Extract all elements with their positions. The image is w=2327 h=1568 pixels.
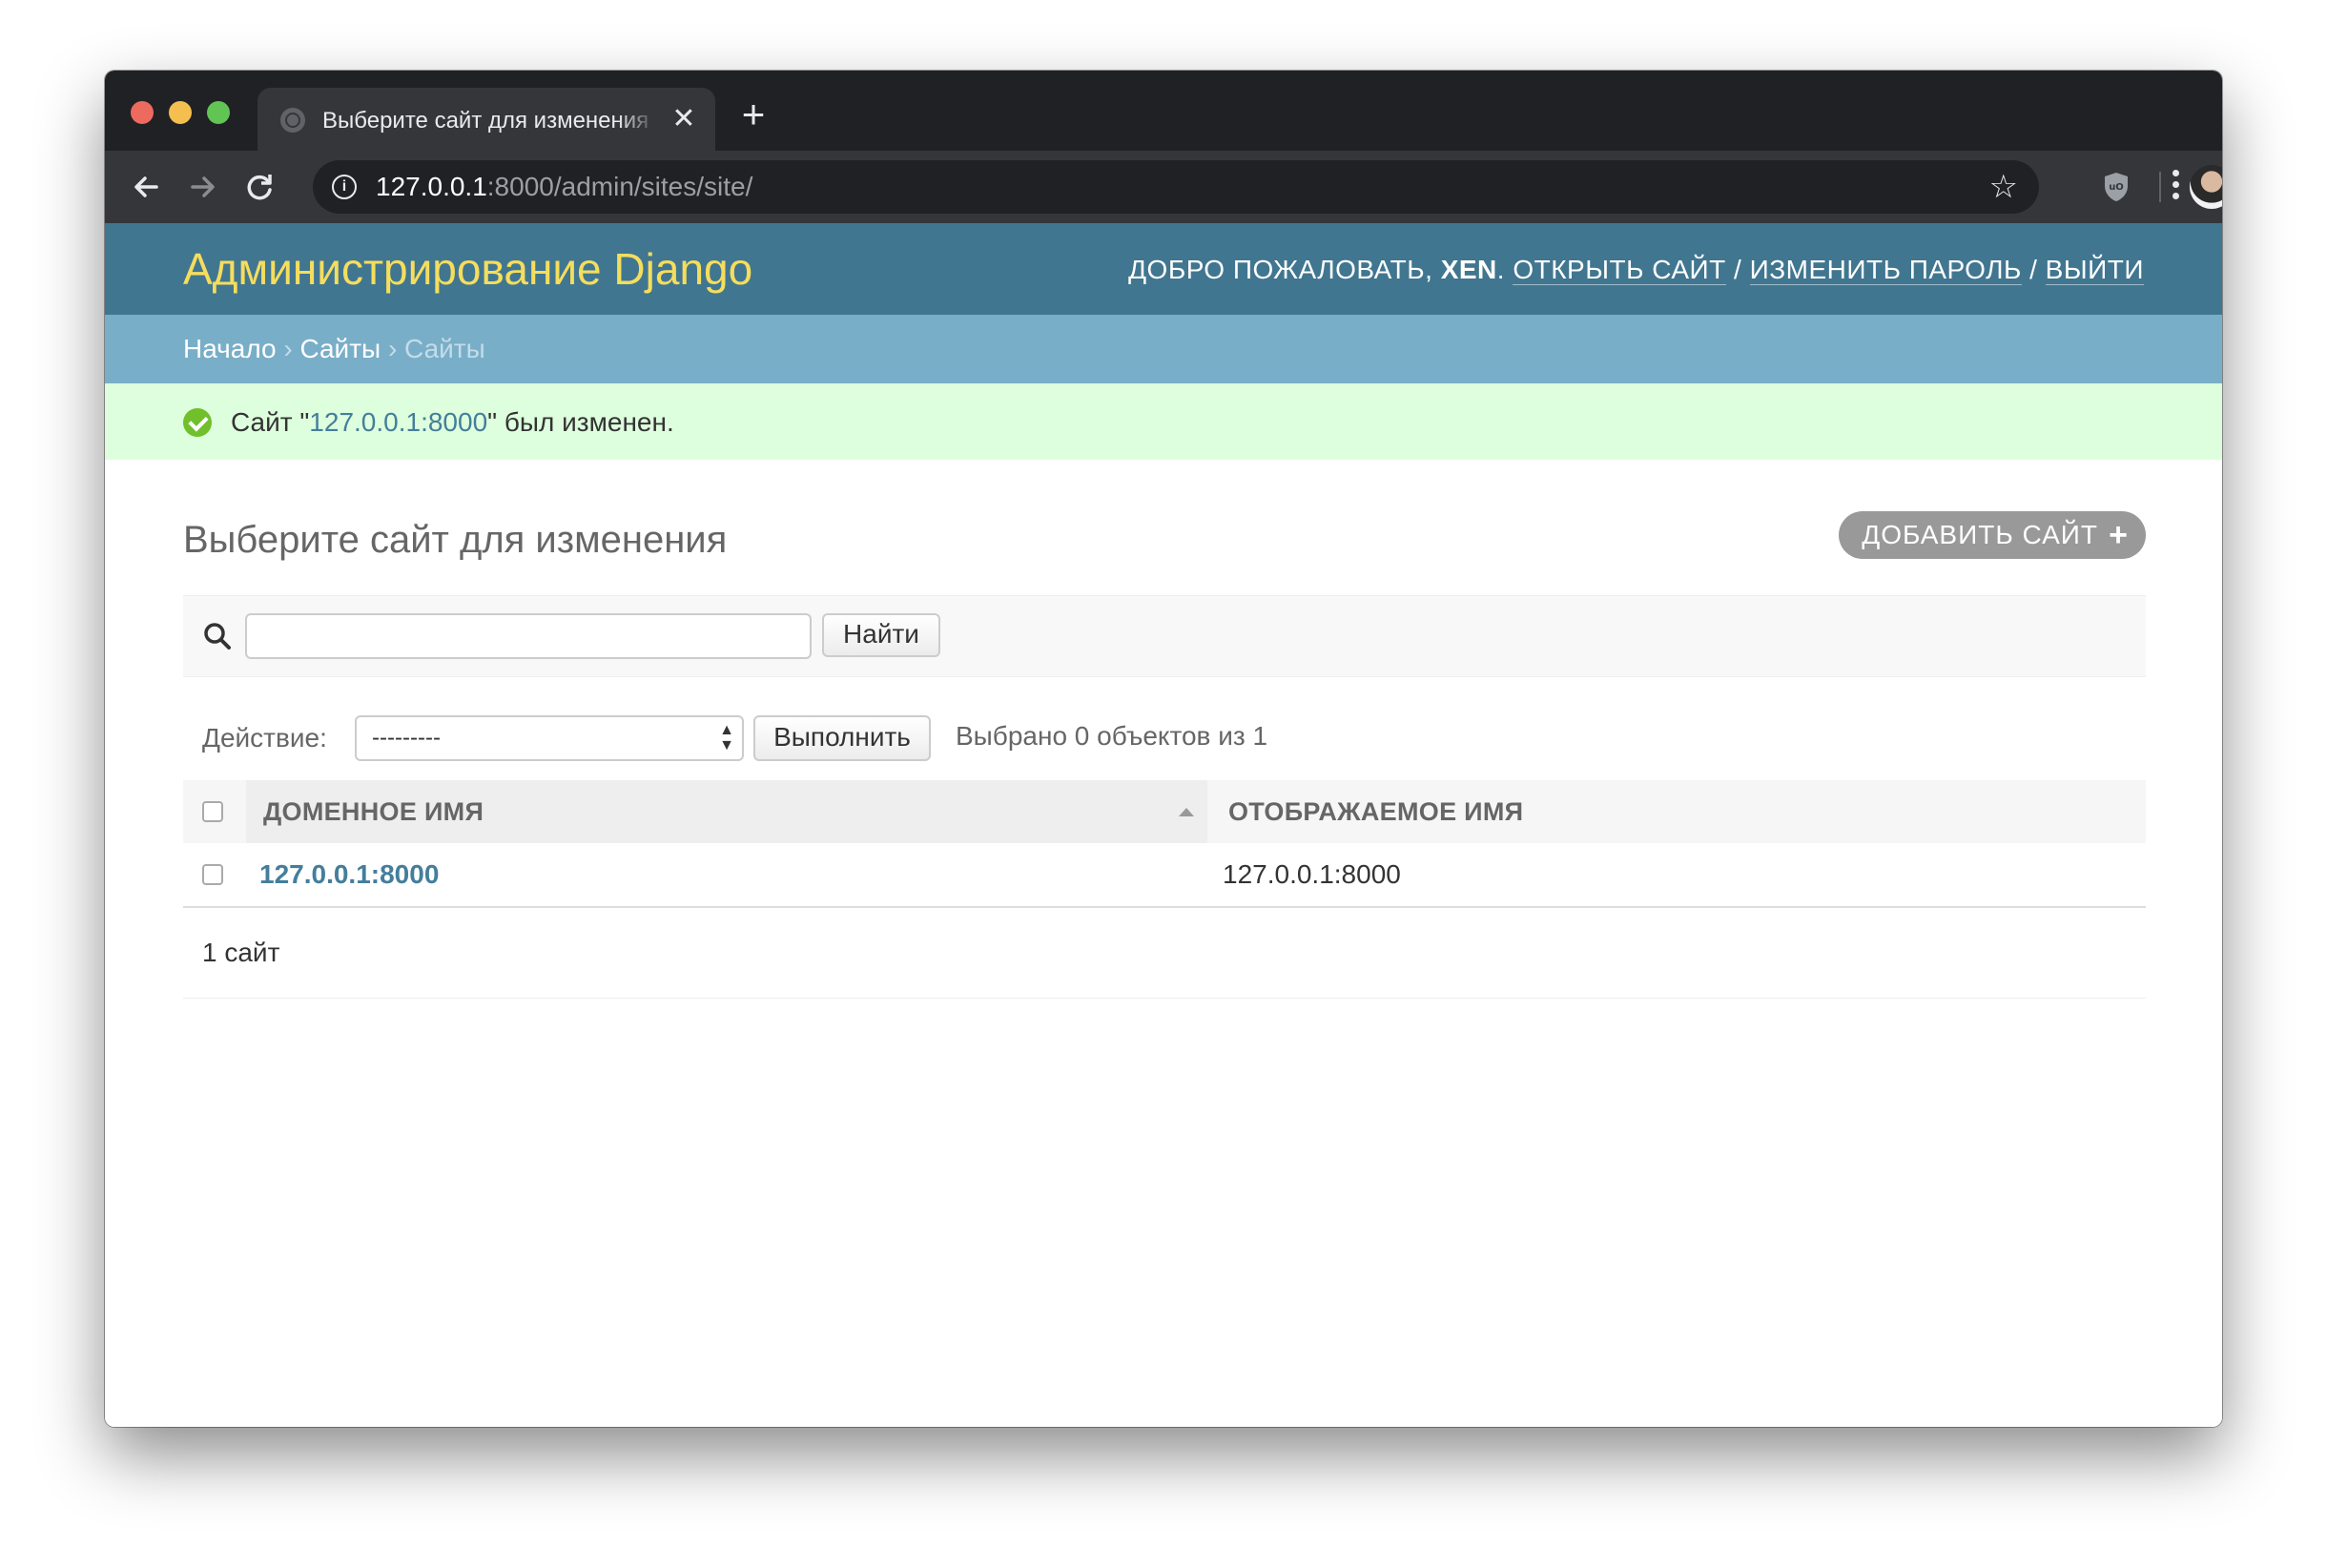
reload-icon bbox=[247, 175, 272, 200]
table-header: Доменное имя Отображаемое имя bbox=[183, 780, 2146, 844]
logout-link[interactable]: Выйти bbox=[2045, 255, 2144, 285]
svg-text:uO: uO bbox=[2109, 182, 2124, 193]
table-row: 127.0.0.1:8000 127.0.0.1:8000 bbox=[183, 843, 2146, 908]
toolbar-divider bbox=[2159, 172, 2161, 202]
tab-title: Выберите сайт для изменения bbox=[322, 108, 649, 134]
select-arrows-icon: ▲ ▼ bbox=[719, 722, 734, 753]
column-label-domain: Доменное имя bbox=[263, 797, 484, 826]
message-object-link[interactable]: 127.0.0.1:8000 bbox=[309, 407, 487, 437]
browser-window: Выберите сайт для изменения ✕ + i 127.0.… bbox=[105, 71, 2222, 1427]
breadcrumb-separator: › bbox=[387, 334, 398, 363]
breadcrumb-separator: › bbox=[283, 334, 293, 363]
select-all-checkbox[interactable] bbox=[202, 801, 223, 822]
info-icon[interactable]: i bbox=[332, 175, 357, 199]
profile-avatar[interactable] bbox=[2190, 165, 2222, 209]
globe-icon bbox=[280, 108, 305, 133]
search-icon bbox=[204, 623, 231, 650]
breadcrumb-current: Сайты bbox=[404, 334, 485, 363]
domain-link[interactable]: 127.0.0.1:8000 bbox=[259, 858, 439, 891]
tab-strip: Выберите сайт для изменения ✕ + bbox=[105, 71, 2222, 151]
action-select-value: --------- bbox=[372, 725, 441, 751]
change-password-link[interactable]: Изменить пароль bbox=[1749, 255, 2022, 285]
paginator: 1 сайт bbox=[183, 916, 2146, 999]
success-message: Сайт "127.0.0.1:8000" был изменен. bbox=[105, 383, 2222, 460]
tab-active[interactable]: Выберите сайт для изменения ✕ bbox=[257, 88, 715, 151]
result-count: 1 сайт bbox=[202, 938, 280, 967]
message-prefix: Сайт " bbox=[231, 407, 310, 437]
action-select[interactable]: --------- ▲ ▼ bbox=[355, 715, 744, 761]
url-host: 127.0.0.1 bbox=[376, 172, 487, 201]
user-tools: Добро пожаловать, xen. Открыть сайт / Из… bbox=[1128, 255, 2144, 285]
breadcrumb: Начало › Сайты › Сайты bbox=[105, 315, 2222, 383]
back-button[interactable] bbox=[126, 166, 168, 208]
admin-page: Администрирование Django Добро пожаловат… bbox=[105, 223, 2222, 1427]
url-path: :8000/admin/sites/site/ bbox=[486, 172, 753, 201]
action-counter: Выбрано 0 объектов из 1 bbox=[956, 721, 1268, 751]
window-minimize-button[interactable] bbox=[169, 101, 192, 124]
message-suffix: " был изменен. bbox=[487, 407, 674, 437]
search-input[interactable] bbox=[245, 613, 812, 659]
username: xen bbox=[1440, 255, 1497, 284]
page-title: Выберите сайт для изменения bbox=[183, 519, 728, 561]
actions-bar: Действие: --------- ▲ ▼ Выполнить Выбрано… bbox=[183, 712, 2146, 765]
plus-icon: + bbox=[2109, 517, 2129, 553]
ublock-shield-icon[interactable]: uO bbox=[2102, 171, 2131, 203]
sort-ascending-icon[interactable] bbox=[1179, 808, 1194, 816]
column-label-display: Отображаемое имя bbox=[1228, 797, 1524, 826]
bookmark-star-icon[interactable]: ☆ bbox=[1989, 169, 2018, 205]
admin-header: Администрирование Django Добро пожаловат… bbox=[105, 223, 2222, 315]
check-circle-icon bbox=[183, 408, 212, 437]
arrow-left-icon bbox=[134, 176, 158, 197]
column-header-domain[interactable]: Доменное имя bbox=[246, 780, 1207, 843]
welcome-text: Добро пожаловать, bbox=[1128, 255, 1433, 284]
arrow-right-icon bbox=[191, 176, 215, 197]
window-maximize-button[interactable] bbox=[207, 101, 230, 124]
add-site-label: Добавить сайт bbox=[1862, 520, 2098, 549]
browser-menu-icon[interactable] bbox=[2171, 170, 2180, 204]
action-label: Действие: bbox=[202, 723, 327, 753]
new-tab-button[interactable]: + bbox=[734, 94, 772, 134]
breadcrumb-home[interactable]: Начало bbox=[183, 334, 277, 363]
add-site-button[interactable]: Добавить сайт + bbox=[1839, 511, 2146, 559]
column-header-display[interactable]: Отображаемое имя bbox=[1209, 780, 2146, 843]
run-action-button[interactable]: Выполнить bbox=[753, 715, 931, 761]
site-branding[interactable]: Администрирование Django bbox=[183, 244, 752, 294]
address-bar[interactable]: i 127.0.0.1:8000/admin/sites/site/ ☆ bbox=[313, 160, 2039, 214]
row-checkbox[interactable] bbox=[202, 864, 223, 885]
reload-button[interactable] bbox=[238, 166, 280, 208]
browser-toolbar: i 127.0.0.1:8000/admin/sites/site/ ☆ uO bbox=[105, 151, 2222, 223]
url-text[interactable]: 127.0.0.1:8000/admin/sites/site/ bbox=[376, 172, 752, 202]
display-name-cell: 127.0.0.1:8000 bbox=[1223, 859, 1401, 889]
window-close-button[interactable] bbox=[131, 101, 154, 124]
search-toolbar: Найти bbox=[183, 595, 2146, 677]
search-button[interactable]: Найти bbox=[822, 613, 940, 657]
view-site-link[interactable]: Открыть сайт bbox=[1513, 255, 1726, 285]
forward-button[interactable] bbox=[181, 166, 223, 208]
breadcrumb-app[interactable]: Сайты bbox=[299, 334, 381, 363]
close-icon[interactable]: ✕ bbox=[669, 105, 698, 134]
